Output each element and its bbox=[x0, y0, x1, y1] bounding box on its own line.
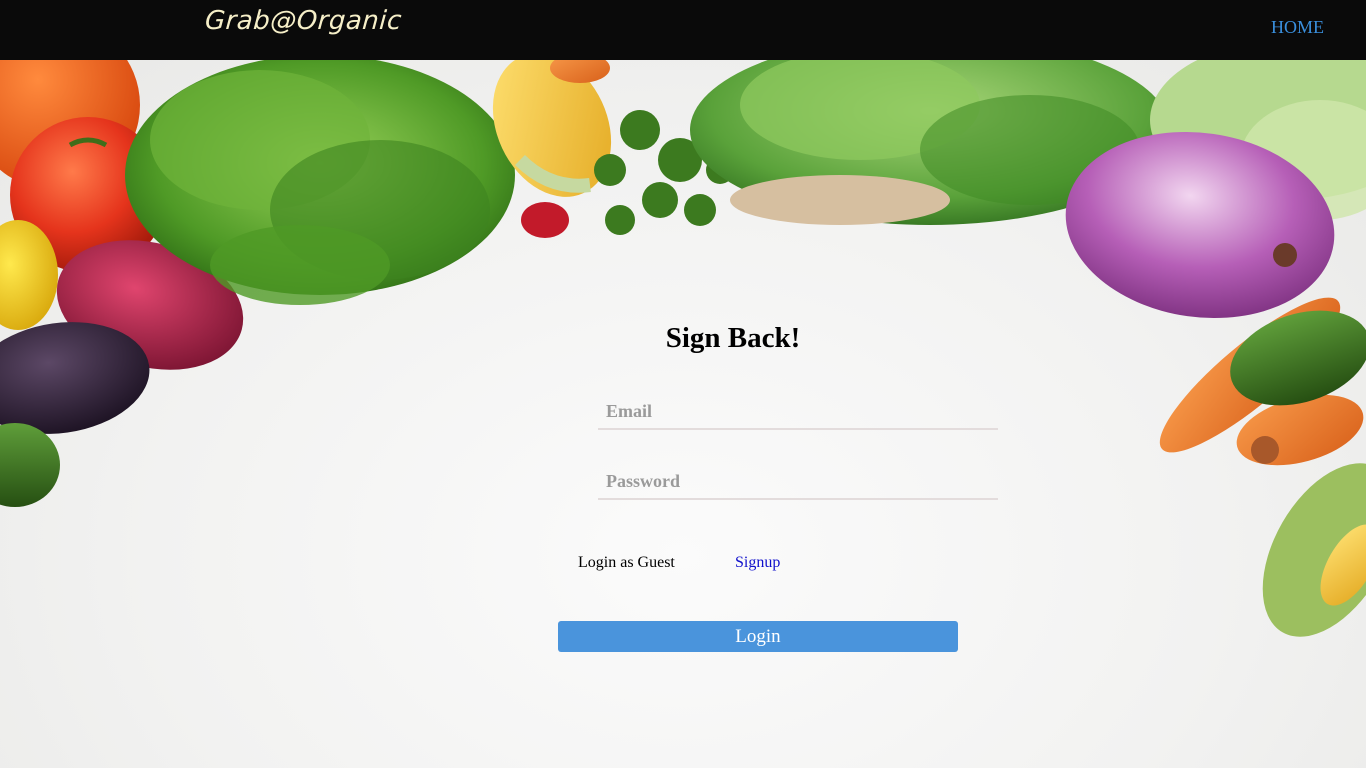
brand-logo[interactable]: Grab@Organic bbox=[204, 6, 403, 36]
top-navbar: Grab@Organic HOME bbox=[0, 0, 1366, 60]
login-as-guest-link[interactable]: Login as Guest bbox=[578, 554, 675, 572]
email-input[interactable] bbox=[598, 394, 998, 430]
signup-link[interactable]: Signup bbox=[735, 554, 780, 572]
login-button[interactable]: Login bbox=[558, 621, 958, 652]
password-input[interactable] bbox=[598, 464, 998, 500]
form-title: Sign Back! bbox=[665, 322, 801, 354]
nav-home-link[interactable]: HOME bbox=[1271, 17, 1324, 38]
